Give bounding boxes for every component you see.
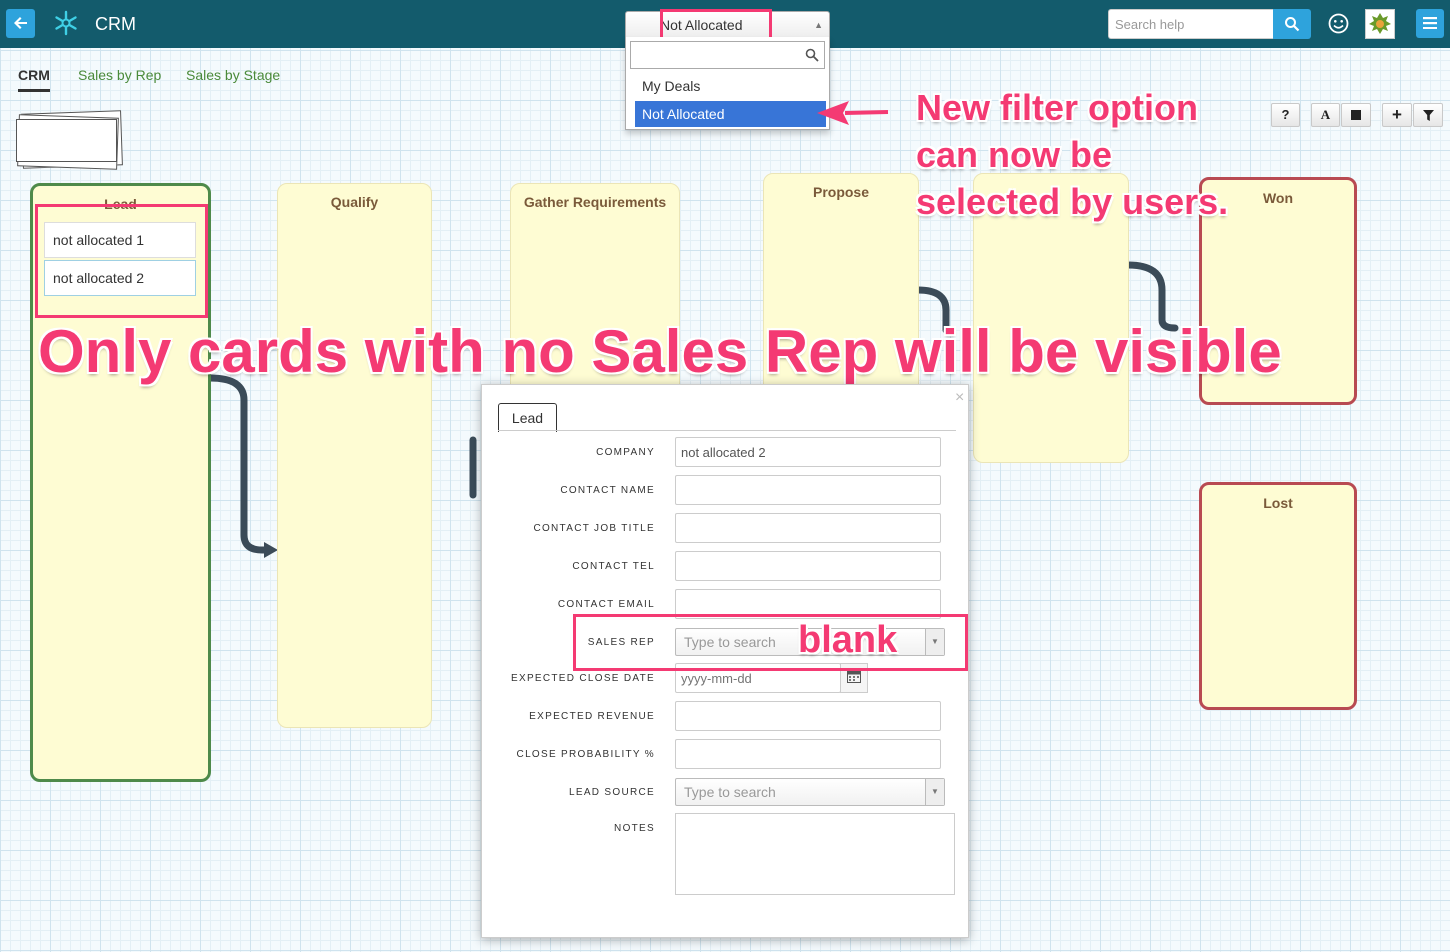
lead-source-placeholder: Type to search [684,784,776,800]
notes-textarea[interactable] [675,813,955,895]
lead-source-select[interactable]: Type to search ▼ [675,778,945,806]
column-title: Lost [1263,495,1293,511]
company-field[interactable] [675,437,941,467]
column-lost: Lost [1199,482,1357,710]
tab-divider [498,430,956,431]
field-label-contact-name: CONTACT NAME [560,485,655,496]
column-title: Gather Requirements [523,194,667,210]
chevron-down-icon: ▼ [925,779,944,805]
close-probability-field[interactable] [675,739,941,769]
contact-name-field[interactable] [675,475,941,505]
annotation-line: can now be [916,134,1113,175]
field-label-expected-revenue: EXPECTED REVENUE [529,711,655,722]
field-label-close-probability: CLOSE PROBABILITY % [516,749,655,760]
field-label-contact-tel: CONTACT TEL [572,561,655,572]
close-button[interactable]: × [955,389,964,407]
annotation-line: selected by users. [916,181,1229,222]
tab-lead[interactable]: Lead [498,403,557,432]
field-label-notes: NOTES [614,823,655,834]
annotation-main-note: Only cards with no Sales Rep will be vis… [38,318,1282,385]
annotation-blank-note: blank [798,619,898,661]
column-qualify: Qualify [277,183,432,728]
annotation-filter-note: New filter option can now be selected by… [916,84,1228,225]
field-label-contact-job-title: CONTACT JOB TITLE [533,523,655,534]
column-title: Qualify [330,194,379,210]
contact-tel-field[interactable] [675,551,941,581]
field-label-lead-source: LEAD SOURCE [569,787,655,798]
calendar-icon [847,671,861,683]
column-title: Propose [812,184,869,200]
field-label-expected-close-date: EXPECTED CLOSE DATE [511,673,655,684]
annotation-cards-highlight [35,204,208,318]
contact-job-title-field[interactable] [675,513,941,543]
annotation-sales-rep-highlight [573,614,968,671]
expected-revenue-field[interactable] [675,701,941,731]
field-label-contact-email: CONTACT EMAIL [557,599,655,610]
field-label-company: COMPANY [596,447,655,458]
annotation-line: New filter option [916,87,1198,128]
annotation-arrow-icon [817,101,889,125]
